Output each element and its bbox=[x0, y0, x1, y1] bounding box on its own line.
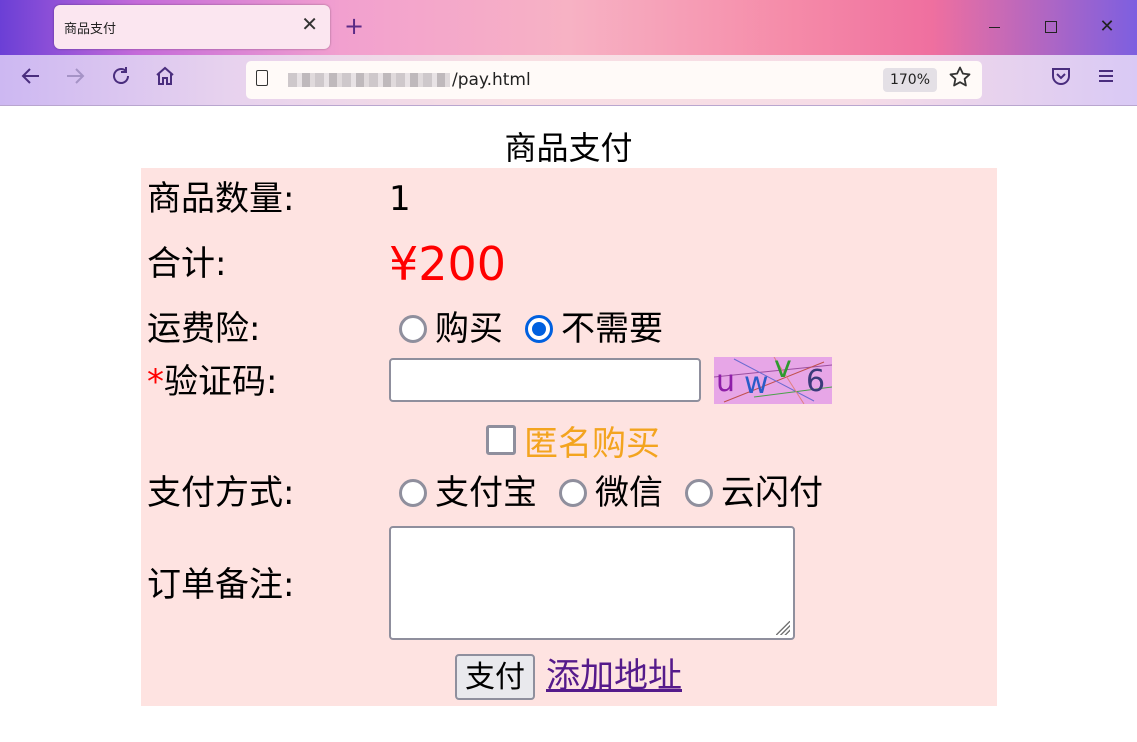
menu-icon[interactable] bbox=[1091, 65, 1121, 95]
reload-icon[interactable] bbox=[106, 65, 136, 95]
captcha-char-3: v bbox=[774, 357, 792, 385]
url-host-redacted bbox=[288, 73, 450, 87]
url-text: /pay.html bbox=[452, 70, 531, 90]
browser-toolbar: /pay.html 170% bbox=[0, 55, 1137, 106]
add-address-link[interactable]: 添加地址 bbox=[546, 654, 682, 698]
close-window-button[interactable]: ✕ bbox=[1092, 14, 1122, 42]
alipay-label: 支付宝 bbox=[435, 473, 537, 513]
new-tab-button[interactable]: + bbox=[344, 12, 364, 40]
captcha-char-4: 6 bbox=[806, 364, 826, 399]
pay-button[interactable]: 支付 bbox=[455, 654, 535, 700]
quantity-label: 商品数量: bbox=[147, 179, 295, 219]
anonymous-label: 匿名购买 bbox=[524, 423, 660, 464]
captcha-char-1: u bbox=[716, 364, 736, 399]
maximize-button[interactable] bbox=[1036, 14, 1066, 42]
bookmark-star-icon[interactable] bbox=[948, 65, 972, 95]
required-mark: * bbox=[147, 362, 164, 402]
total-label: 合计: bbox=[147, 244, 227, 284]
browser-titlebar: 商品支付 ✕ + ✕ bbox=[0, 0, 1137, 55]
home-icon[interactable] bbox=[150, 65, 180, 95]
wechat-label: 微信 bbox=[595, 473, 663, 513]
insurance-none-radio[interactable] bbox=[525, 315, 553, 343]
captcha-image[interactable]: u w v 6 bbox=[714, 357, 832, 404]
order-note-label: 订单备注: bbox=[147, 565, 295, 605]
address-bar[interactable]: /pay.html 170% bbox=[246, 61, 982, 99]
insurance-buy-label: 购买 bbox=[435, 309, 503, 349]
insurance-none-label: 不需要 bbox=[561, 309, 663, 349]
unionpay-radio[interactable] bbox=[685, 479, 713, 507]
zoom-level-badge[interactable]: 170% bbox=[883, 68, 937, 92]
wechat-radio[interactable] bbox=[559, 479, 587, 507]
resize-handle-icon[interactable] bbox=[776, 621, 790, 635]
unionpay-label: 云闪付 bbox=[721, 473, 823, 513]
quantity-value: 1 bbox=[389, 179, 411, 219]
browser-tab[interactable]: 商品支付 ✕ bbox=[54, 5, 330, 49]
payment-method-label: 支付方式: bbox=[147, 473, 295, 513]
tab-title: 商品支付 bbox=[64, 22, 117, 37]
total-price: ¥200 bbox=[389, 237, 507, 291]
page-viewport: 商品支付 商品数量: 1 合计: ¥200 运费险: 购买 不需要 *验证码: bbox=[0, 106, 1137, 742]
tab-close-icon[interactable]: ✕ bbox=[301, 14, 318, 34]
order-note-textarea[interactable] bbox=[389, 526, 795, 640]
pocket-icon[interactable] bbox=[1046, 65, 1076, 95]
captcha-input[interactable] bbox=[389, 358, 701, 402]
anonymous-row: 匿名购买 bbox=[486, 418, 660, 464]
forward-icon[interactable] bbox=[60, 65, 90, 95]
insurance-radio-group: 购买 不需要 bbox=[399, 309, 663, 349]
captcha-label-row: *验证码: bbox=[147, 362, 277, 402]
captcha-char-2: w bbox=[744, 366, 769, 401]
insurance-buy-radio[interactable] bbox=[399, 315, 427, 343]
captcha-label: 验证码: bbox=[164, 362, 278, 402]
payment-form: 商品数量: 1 合计: ¥200 运费险: 购买 不需要 *验证码: u w v… bbox=[141, 168, 997, 706]
minimize-button[interactable] bbox=[980, 14, 1010, 42]
page-info-icon[interactable] bbox=[256, 70, 268, 86]
insurance-label: 运费险: bbox=[147, 309, 261, 349]
anonymous-checkbox[interactable] bbox=[486, 425, 516, 455]
alipay-radio[interactable] bbox=[399, 479, 427, 507]
back-icon[interactable] bbox=[16, 65, 46, 95]
payment-radio-group: 支付宝 微信 云闪付 bbox=[399, 473, 823, 513]
page-title: 商品支付 bbox=[504, 129, 633, 167]
